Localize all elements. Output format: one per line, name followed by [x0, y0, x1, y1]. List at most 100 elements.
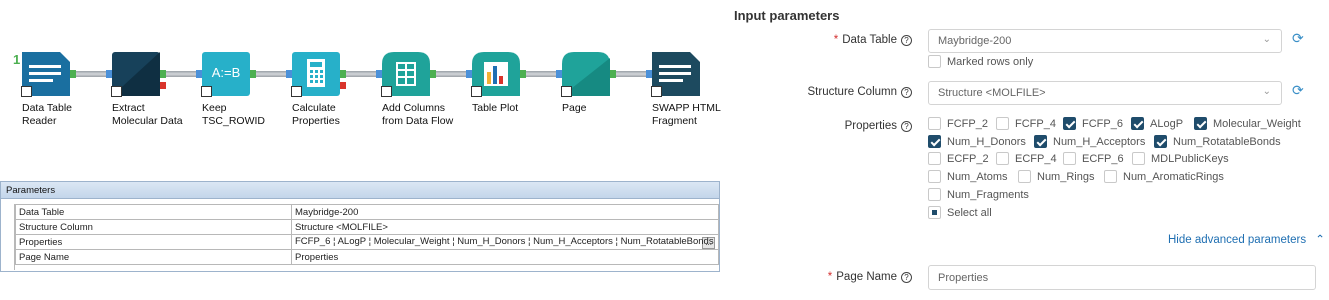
property-option-label: ECFP_2 [947, 153, 989, 165]
node-label: SWAPP HTML [652, 102, 721, 114]
property-option-ecfp6[interactable]: ECFP_6 [1063, 152, 1124, 165]
parameter-key: Properties [15, 234, 292, 250]
property-option-label: ALogP [1150, 118, 1184, 130]
parameter-key: Structure Column [15, 219, 292, 235]
refresh-icon[interactable]: ⟳ [1292, 82, 1304, 99]
shortcut-icon [21, 86, 32, 97]
assign-icon: A:=B [196, 52, 256, 97]
properties-label-text: Properties [844, 120, 897, 132]
node-label: Extract [112, 102, 145, 114]
help-icon[interactable]: ? [901, 87, 912, 98]
node-label: Data Table [22, 102, 73, 114]
assign-icon-text: A:=B [211, 65, 241, 80]
select-all-label: Select all [947, 207, 992, 219]
shortcut-icon [471, 86, 482, 97]
shortcut-icon [201, 86, 212, 97]
parameter-key: Page Name [15, 249, 292, 265]
parameters-panel-title: Parameters [1, 182, 719, 199]
node-label: Table Plot [472, 102, 519, 114]
table-row[interactable]: Structure Column Structure <MOLFILE> [15, 219, 719, 235]
property-option-label: ECFP_6 [1082, 153, 1124, 165]
required-marker: * [833, 34, 839, 46]
property-option-label: Num_Atoms [947, 171, 1008, 183]
node-label: Molecular Data [112, 115, 183, 127]
node-label: Add Columns [382, 102, 446, 114]
molecule-extract-icon [106, 52, 166, 97]
table-row[interactable]: Data Table Maybridge-200 [15, 204, 719, 220]
pipeline-canvas: 1 Data Table Reader Extract Molecular Da… [0, 0, 730, 180]
parameters-panel: Parameters Data Table Maybridge-200 Stru… [0, 181, 720, 272]
checkbox-label: Marked rows only [947, 56, 1034, 68]
structure-column-label: Structure Column? [808, 86, 912, 98]
page-icon [556, 52, 616, 97]
hide-advanced-parameters-link[interactable]: Hide advanced parameters ⌃ [1168, 232, 1325, 246]
data-table-select[interactable]: Maybridge-200 ⌄ [928, 29, 1282, 53]
shortcut-icon [111, 86, 122, 97]
structure-column-label-text: Structure Column [807, 86, 897, 98]
html-fragment-icon [646, 52, 700, 97]
stage-number: 1 [13, 52, 21, 67]
property-option-fcfp2[interactable]: FCFP_2 [928, 117, 988, 130]
marked-rows-checkbox[interactable]: Marked rows only [928, 55, 1033, 68]
property-option-mdl-public-keys[interactable]: MDLPublicKeys [1132, 152, 1229, 165]
node-label: from Data Flow [382, 115, 454, 127]
property-option-num-h-acceptors[interactable]: Num_H_Acceptors [1034, 135, 1145, 148]
page-name-label-text: Page Name [836, 271, 897, 283]
table-row[interactable]: Page Name Properties [15, 249, 719, 265]
property-option-molecular-weight[interactable]: Molecular_Weight [1194, 117, 1301, 130]
table-row[interactable]: Properties ... FCFP_6 ¦ ALogP ¦ Molecula… [15, 234, 719, 250]
property-option-fcfp6[interactable]: FCFP_6 [1063, 117, 1123, 130]
property-option-num-atoms[interactable]: Num_Atoms [928, 170, 1008, 183]
property-option-label: Num_AromaticRings [1123, 171, 1224, 183]
chevron-down-icon: ⌄ [1262, 86, 1271, 97]
property-option-label: ECFP_4 [1015, 153, 1057, 165]
property-option-fcfp4[interactable]: FCFP_4 [996, 117, 1056, 130]
property-option-num-fragments[interactable]: Num_Fragments [928, 188, 1029, 201]
parameter-value: FCFP_6 ¦ ALogP ¦ Molecular_Weight ¦ Num_… [295, 235, 714, 247]
shortcut-icon [291, 86, 302, 97]
structure-column-value: Structure <MOLFILE> [938, 87, 1046, 99]
select-all-checkbox[interactable]: Select all [928, 206, 992, 219]
bar-chart-icon [466, 52, 526, 97]
shortcut-icon [381, 86, 392, 97]
property-option-num-aromatic-rings[interactable]: Num_AromaticRings [1104, 170, 1224, 183]
property-option-label: Num_Fragments [947, 189, 1029, 201]
property-option-num-rotatable-bonds[interactable]: Num_RotatableBonds [1154, 135, 1281, 148]
property-option-ecfp2[interactable]: ECFP_2 [928, 152, 989, 165]
node-label: Properties [292, 115, 340, 127]
page-name-input[interactable]: Properties [928, 265, 1316, 290]
row-selector-column [5, 204, 15, 270]
property-option-label: Num_Rings [1037, 171, 1095, 183]
refresh-icon[interactable]: ⟳ [1292, 30, 1304, 47]
data-table-value: Maybridge-200 [938, 35, 1012, 47]
property-option-alogp[interactable]: ALogP [1131, 117, 1183, 130]
parameter-value[interactable]: Structure <MOLFILE> [291, 219, 719, 235]
advanced-link-text: Hide advanced parameters [1168, 234, 1307, 246]
parameter-value[interactable]: Maybridge-200 [291, 204, 719, 220]
data-table-label-text: Data Table [842, 34, 897, 46]
checkbox[interactable] [928, 55, 941, 68]
property-option-label: Num_H_Acceptors [1053, 136, 1146, 148]
property-option-ecfp4[interactable]: ECFP_4 [996, 152, 1057, 165]
property-option-label: FCFP_2 [947, 118, 988, 130]
property-option-label: FCFP_4 [1015, 118, 1056, 130]
node-label: Page [562, 102, 587, 114]
property-option-label: Num_H_Donors [947, 136, 1026, 148]
required-marker: * [827, 271, 833, 283]
help-icon[interactable]: ? [901, 35, 912, 46]
node-label: TSC_ROWID [202, 115, 265, 127]
property-option-label: Molecular_Weight [1213, 118, 1301, 130]
add-columns-icon [376, 52, 436, 97]
structure-column-select[interactable]: Structure <MOLFILE> ⌄ [928, 81, 1282, 105]
chevron-down-icon: ⌄ [1262, 34, 1271, 45]
parameters-table: Data Table Maybridge-200 Structure Colum… [15, 204, 719, 265]
help-icon[interactable]: ? [901, 121, 912, 132]
property-option-num-h-donors[interactable]: Num_H_Donors [928, 135, 1026, 148]
data-table-label: * Data Table? [834, 34, 912, 46]
parameter-value[interactable]: Properties [291, 249, 719, 265]
parameter-value-cell[interactable]: ... FCFP_6 ¦ ALogP ¦ Molecular_Weight ¦ … [291, 234, 719, 250]
help-icon[interactable]: ? [901, 272, 912, 283]
property-option-num-rings[interactable]: Num_Rings [1018, 170, 1094, 183]
page-name-label: * Page Name? [828, 271, 912, 283]
node-label: Reader [22, 115, 57, 127]
